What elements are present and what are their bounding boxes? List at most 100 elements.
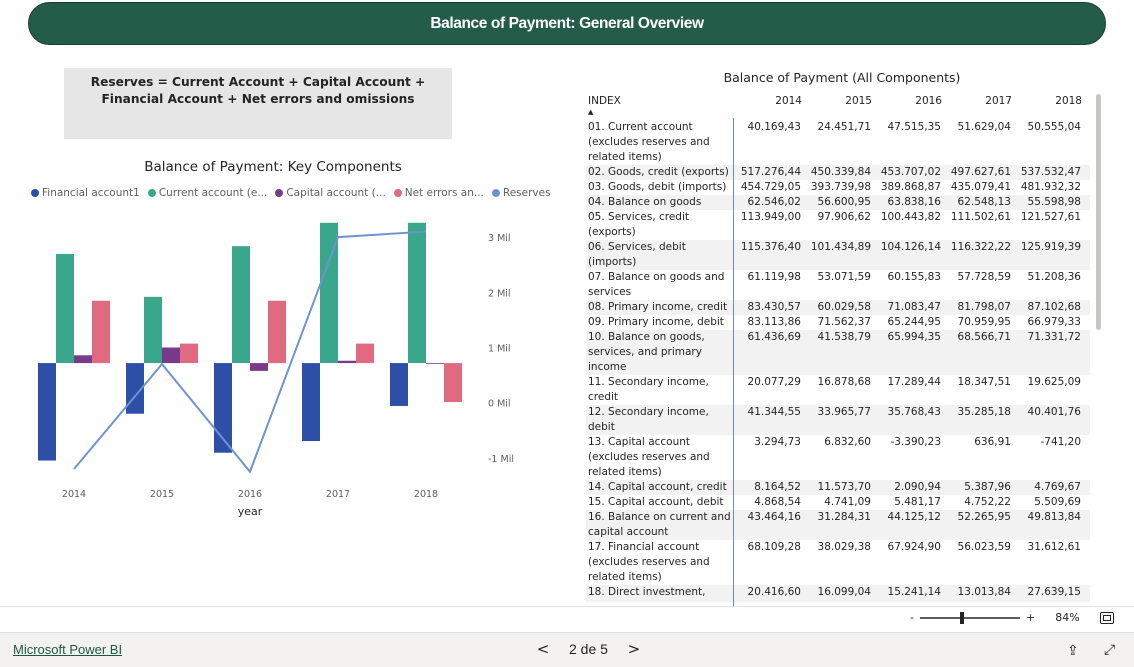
bar-current-account-e-[interactable]	[56, 253, 74, 364]
table-row[interactable]: 10. Balance on goods, services, and prim…	[586, 330, 1090, 375]
row-label: 03. Goods, debit (imports)	[588, 181, 727, 193]
column-header[interactable]: 2018	[1012, 92, 1082, 120]
legend-marker	[491, 189, 500, 197]
table-row[interactable]: 02. Goods, credit (exports) 517.276,44 450…	[586, 165, 1090, 180]
sort-ascending-icon[interactable]: ▲	[588, 108, 593, 116]
column-header[interactable]: 2015	[802, 92, 872, 120]
column-header[interactable]: 2017	[942, 92, 1012, 120]
table-cell: 6.832,60	[824, 436, 871, 448]
table-row[interactable]: 13. Capital account (excludes reserves a…	[586, 435, 1090, 480]
bar-net-errors-an-[interactable]	[92, 300, 110, 364]
power-bi-link[interactable]: Microsoft Power BI	[13, 642, 122, 657]
table-cell: 100.443,82	[880, 211, 941, 223]
table-cell: -741,20	[1040, 436, 1081, 448]
bar-net-errors-an-[interactable]	[180, 343, 198, 364]
legend-item[interactable]: Capital account (...	[275, 187, 386, 199]
zoom-slider[interactable]	[919, 611, 1020, 624]
bar-capital-account-[interactable]	[74, 355, 92, 364]
table-cell: 35.768,43	[887, 406, 941, 418]
table-cell: 13.013,84	[957, 586, 1011, 598]
table-cell: 497.627,61	[950, 166, 1011, 178]
x-tick-label: 2015	[150, 489, 174, 500]
table-cell: 16.878,68	[817, 376, 871, 388]
table-cell: 65.244,95	[887, 316, 941, 328]
zoom-level: 84%	[1055, 611, 1080, 624]
bar-capital-account-[interactable]	[162, 347, 180, 364]
row-label: 12. Secondary income, debit	[588, 406, 709, 433]
bar-net-errors-an-[interactable]	[444, 363, 462, 403]
bar-net-errors-an-[interactable]	[356, 343, 374, 364]
legend-marker	[275, 189, 284, 197]
table-cell: 389.868,87	[880, 181, 941, 193]
chart-legend[interactable]: Financial account1 Current account (e... C…	[31, 187, 551, 199]
row-label: 10. Balance on goods, services, and prim…	[588, 331, 705, 373]
legend-label: Financial account1	[42, 187, 140, 199]
table-row[interactable]: 07. Balance on goods and services 61.119,…	[586, 270, 1090, 300]
bar-capital-account-[interactable]	[338, 360, 356, 364]
zoom-in-button[interactable]: +	[1026, 611, 1035, 624]
table-row[interactable]: 05. Services, credit (exports) 113.949,00…	[586, 210, 1090, 240]
table-cell: 50.555,04	[1027, 121, 1081, 133]
table-row[interactable]: 08. Primary income, credit 83.430,57 60.02…	[586, 300, 1090, 315]
bar-current-account-e-[interactable]	[408, 222, 426, 364]
table-row[interactable]: 03. Goods, debit (imports) 454.729,05 393.…	[586, 180, 1090, 195]
table-cell: 56.600,95	[817, 196, 871, 208]
report-title: Balance of Payment: General Overview	[430, 14, 704, 32]
x-tick-label: 2017	[326, 489, 350, 500]
next-page-button[interactable]: >	[624, 640, 644, 658]
page-indicator: 2 de 5	[569, 641, 608, 657]
bop-matrix-table[interactable]: INDEX ▲ 2014 2015 2016 2017 2018 01. Cur…	[586, 92, 1090, 602]
legend-label: Current account (e...	[158, 187, 268, 199]
legend-item[interactable]: Net errors an...	[393, 187, 484, 199]
row-label: 13. Capital account (excludes reserves a…	[588, 436, 710, 478]
bar-capital-account-[interactable]	[250, 363, 268, 371]
table-cell: 44.125,12	[887, 511, 941, 523]
table-scrollbar[interactable]	[1096, 94, 1101, 330]
table-row[interactable]: 15. Capital account, debit 4.868,54 4.741,…	[586, 495, 1090, 510]
table-row[interactable]: 12. Secondary income, debit 41.344,55 33.9…	[586, 405, 1090, 435]
table-cell: 87.102,68	[1027, 301, 1081, 313]
table-row[interactable]: 17. Financial account (excludes reserves…	[586, 540, 1090, 585]
table-cell: 435.079,41	[950, 181, 1011, 193]
legend-item[interactable]: Reserves	[491, 187, 551, 199]
table-cell: 27.639,15	[1027, 586, 1081, 598]
table-cell: 60.029,58	[817, 301, 871, 313]
bar-capital-account-[interactable]	[426, 363, 444, 364]
table-cell: 115.376,40	[740, 241, 801, 253]
bar-financial-account1[interactable]	[302, 363, 320, 442]
table-row[interactable]: 11. Secondary income, credit 20.077,29 16.…	[586, 375, 1090, 405]
table-row[interactable]: 16. Balance on current and capital accou…	[586, 510, 1090, 540]
legend-item[interactable]: Financial account1	[31, 187, 140, 199]
fullscreen-icon[interactable]: ⤢	[1104, 642, 1115, 658]
table-row[interactable]: 09. Primary income, debit 83.113,86 71.562…	[586, 315, 1090, 330]
table-row[interactable]: 14. Capital account, credit 8.164,52 11.57…	[586, 480, 1090, 495]
key-components-chart[interactable]: 3 Mil 2 Mil 1 Mil 0 Mil -1 Mil 2014 2015 2016 20…	[0, 205, 560, 525]
reserves-formula-card: Reserves = Current Account + Capital Acc…	[64, 68, 452, 139]
previous-page-button[interactable]: <	[533, 640, 553, 658]
table-row[interactable]: 18. Direct investment, assets 20.416,60 16…	[586, 585, 1090, 602]
row-label: 16. Balance on current and capital accou…	[588, 511, 731, 538]
table-cell: 5.481,17	[894, 496, 941, 508]
column-header[interactable]: 2016	[872, 92, 942, 120]
column-header[interactable]: 2014	[732, 92, 802, 120]
row-label: 06. Services, debit (imports)	[588, 241, 686, 268]
table-cell: 101.434,89	[810, 241, 871, 253]
table-cell: 68.109,28	[747, 541, 801, 553]
zoom-slider-thumb[interactable]	[959, 611, 964, 624]
bar-current-account-e-[interactable]	[144, 296, 162, 364]
table-row[interactable]: 01. Current account (excludes reserves a…	[586, 120, 1090, 165]
table-cell: 4.868,54	[754, 496, 801, 508]
table-cell: 537.532,47	[1020, 166, 1081, 178]
index-header[interactable]: INDEX ▲	[586, 92, 732, 120]
zoom-out-button[interactable]: -	[910, 611, 914, 624]
bar-current-account-e-[interactable]	[232, 246, 250, 364]
share-icon[interactable]: ⇪	[1067, 643, 1079, 659]
bar-financial-account1[interactable]	[390, 363, 408, 406]
key-components-title: Balance of Payment: Key Components	[144, 159, 402, 175]
bar-financial-account1[interactable]	[38, 363, 56, 461]
bar-net-errors-an-[interactable]	[268, 300, 286, 364]
fit-to-page-icon[interactable]	[1100, 612, 1114, 624]
table-row[interactable]: 04. Balance on goods 62.546,02 56.600,95 63…	[586, 195, 1090, 210]
table-row[interactable]: 06. Services, debit (imports) 115.376,40 1…	[586, 240, 1090, 270]
legend-item[interactable]: Current account (e...	[147, 187, 268, 199]
